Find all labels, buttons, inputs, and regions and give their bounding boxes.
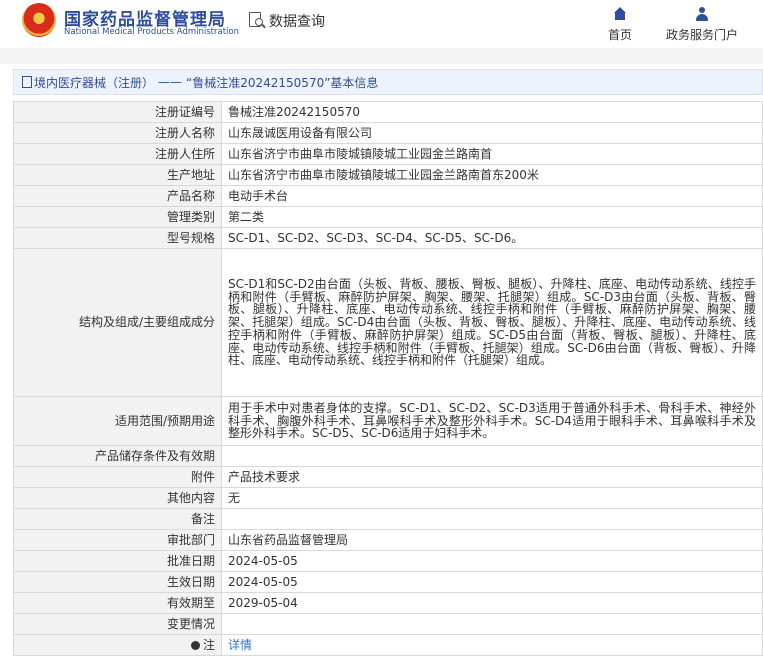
- field-label: 有效期至: [13, 592, 222, 614]
- table-row: 附件 产品技术要求: [13, 466, 763, 488]
- field-label: 批准日期: [13, 550, 222, 572]
- field-value: 2024-05-05: [221, 571, 763, 593]
- note-value-cell: 详情: [221, 634, 763, 656]
- national-emblem-icon[interactable]: [22, 3, 56, 37]
- table-row: 备注: [13, 508, 763, 530]
- field-label: 附件: [13, 466, 222, 488]
- table-row: 批准日期 2024-05-05: [13, 550, 763, 572]
- table-row: 生产地址 山东省济宁市曲阜市陵城镇陵城工业园金兰路南首东200米: [13, 164, 763, 186]
- field-value: [221, 445, 763, 467]
- table-row: 审批部门 山东省药品监督管理局: [13, 529, 763, 551]
- field-value: 山东省济宁市曲阜市陵城镇陵城工业园金兰路南首: [221, 143, 763, 165]
- breadcrumb: 境内医疗器械（注册） —— “鲁械注准20242150570”基本信息: [13, 69, 763, 95]
- table-row: 有效期至 2029-05-04: [13, 592, 763, 614]
- field-value: 山东省药品监督管理局: [221, 529, 763, 551]
- data-query-link[interactable]: 数据查询: [248, 10, 325, 32]
- home-icon: [612, 6, 628, 22]
- field-value: 2029-05-04: [221, 592, 763, 614]
- note-icon: [190, 640, 200, 650]
- field-value: 2024-05-05: [221, 550, 763, 572]
- field-label: 型号规格: [13, 227, 222, 249]
- field-label: 产品储存条件及有效期: [13, 445, 222, 467]
- user-icon: [694, 6, 710, 22]
- detail-link[interactable]: 详情: [228, 638, 252, 652]
- data-query-label: 数据查询: [269, 14, 325, 30]
- nav-home[interactable]: 首页: [608, 6, 632, 43]
- site-header: 国家药品监督管理局 National Medical Products Admi…: [0, 0, 763, 48]
- nav-home-label: 首页: [608, 28, 633, 42]
- field-value: SC-D1和SC-D2由台面（头板、背板、腰板、臀板、腿板）、升降柱、底座、电动…: [221, 248, 763, 397]
- nav-gov-label: 政务服务门户: [666, 28, 739, 42]
- registration-info-table: 注册证编号 鲁械注准20242150570 注册人名称 山东晟诚医用设备有限公司 注…: [13, 101, 763, 656]
- table-row: 管理类别 第二类: [13, 206, 763, 228]
- field-value: [221, 613, 763, 635]
- field-value: 产品技术要求: [221, 466, 763, 488]
- table-row: 注册人名称 山东晟诚医用设备有限公司: [13, 122, 763, 144]
- field-value: 山东晟诚医用设备有限公司: [221, 122, 763, 144]
- field-label: 生效日期: [13, 571, 222, 593]
- note-label-cell: 注: [13, 634, 222, 656]
- field-value: 山东省济宁市曲阜市陵城镇陵城工业园金兰路南首东200米: [221, 164, 763, 186]
- table-row: 适用范围/预期用途 用于手术中对患者身体的支撑。SC-D1、SC-D2、SC-D3…: [13, 396, 763, 446]
- table-row: 型号规格 SC-D1、SC-D2、SC-D3、SC-D4、SC-D5、SC-D6。: [13, 227, 763, 249]
- breadcrumb-category-link[interactable]: 境内医疗器械（注册）: [34, 74, 154, 91]
- field-label: 备注: [13, 508, 222, 530]
- note-label: 注: [202, 637, 215, 652]
- breadcrumb-separator: ——: [158, 75, 183, 89]
- field-label: 生产地址: [13, 164, 222, 186]
- table-row: 注 详情: [13, 634, 763, 656]
- table-row: 产品名称 电动手术台: [13, 185, 763, 207]
- field-label: 管理类别: [13, 206, 222, 228]
- site-name-en[interactable]: National Medical Products Administration: [64, 27, 239, 37]
- field-label: 其他内容: [13, 487, 222, 509]
- field-value: 无: [221, 487, 763, 509]
- document-search-icon: [248, 12, 266, 30]
- table-row: 其他内容无: [13, 487, 763, 509]
- breadcrumb-title: “鲁械注准20242150570”基本信息: [186, 75, 379, 90]
- table-row: 注册证编号 鲁械注准20242150570: [13, 101, 763, 123]
- field-label: 注册人名称: [13, 122, 222, 144]
- field-value: [221, 508, 763, 530]
- field-label: 结构及组成/主要组成成分: [13, 248, 222, 397]
- field-value: 用于手术中对患者身体的支撑。SC-D1、SC-D2、SC-D3适用于普通外科手术…: [221, 396, 763, 446]
- field-value: SC-D1、SC-D2、SC-D3、SC-D4、SC-D5、SC-D6。: [221, 227, 763, 249]
- header-divider: [0, 48, 763, 64]
- nav-gov-service-portal[interactable]: 政务服务门户: [666, 6, 738, 43]
- field-value: 鲁械注准20242150570: [221, 101, 763, 123]
- field-label: 注册证编号: [13, 101, 222, 123]
- table-row: 生效日期 2024-05-05: [13, 571, 763, 593]
- field-label: 审批部门: [13, 529, 222, 551]
- field-value: 第二类: [221, 206, 763, 228]
- table-row: 产品储存条件及有效期: [13, 445, 763, 467]
- field-value: 电动手术台: [221, 185, 763, 207]
- table-row: 注册人住所 山东省济宁市曲阜市陵城镇陵城工业园金兰路南首: [13, 143, 763, 165]
- field-label: 产品名称: [13, 185, 222, 207]
- field-label: 变更情况: [13, 613, 222, 635]
- table-row: 变更情况: [13, 613, 763, 635]
- table-row: 结构及组成/主要组成成分 SC-D1和SC-D2由台面（头板、背板、腰板、臀板、腿…: [13, 248, 763, 397]
- document-icon: [22, 76, 32, 88]
- field-label: 适用范围/预期用途: [13, 396, 222, 446]
- field-label: 注册人住所: [13, 143, 222, 165]
